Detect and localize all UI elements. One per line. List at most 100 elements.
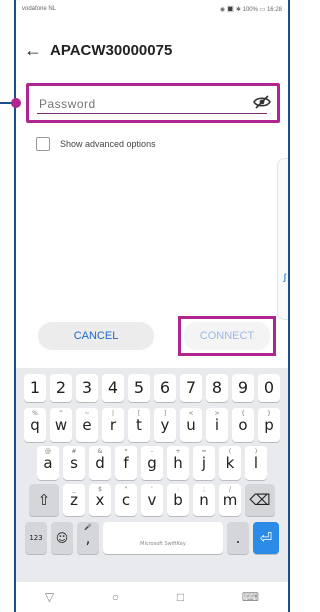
key-2[interactable]: 2 [50,374,72,402]
nav-recents-icon[interactable]: □ [177,590,184,604]
key-d[interactable]: & d [89,446,111,480]
key-i[interactable]: > i [206,408,228,442]
key-secondary-label: ; [202,486,206,493]
cancel-button[interactable]: CANCEL [38,322,154,350]
key-p[interactable]: } p [258,408,280,442]
key-c[interactable]: " c [115,484,137,516]
enter-icon: ⏎ [259,528,273,547]
key-label: o [238,415,248,434]
key-v[interactable]: ' v [141,484,163,516]
key-y[interactable]: ] y [154,408,176,442]
nav-keyboard-icon[interactable]: ⌨ [242,590,259,604]
emoji-key[interactable]: ☺ [51,522,73,554]
key-label: j [201,453,207,472]
key-s[interactable]: # s [63,446,85,480]
key-m[interactable]: / m [219,484,241,516]
key-1[interactable]: 1 [24,374,46,402]
key-secondary-label: - [150,448,154,455]
shift-icon: ⇧ [37,490,51,509]
key-secondary-label: ) [254,448,258,455]
key-g[interactable]: -g [141,446,163,480]
key-secondary-label: % [32,410,38,417]
key-label: e [82,415,92,434]
key-3[interactable]: 3 [76,374,98,402]
emoji-icon: ☺ [55,531,69,545]
key-label: z [70,490,78,509]
password-input[interactable] [37,93,249,115]
backspace-icon: ⌫ [249,490,271,509]
key-f[interactable]: * f [115,446,137,480]
key-label: r [109,415,117,434]
key-5[interactable]: 5 [128,374,150,402]
key-a[interactable]: @ a [37,446,59,480]
key-r[interactable]: | r [102,408,124,442]
side-panel-glyph: ∫ [283,272,286,282]
status-right: ◉ 🔳 ✱ 100% ▭ 16:28 [219,6,282,13]
keyboard-row-2: @ a # s & d * f - g + h = j(k) l [16,446,288,480]
password-highlight [26,83,280,123]
key-u[interactable]: < u [180,408,202,442]
key-4[interactable]: 4 [102,374,124,402]
key-label: l [253,453,259,472]
key-l[interactable]: ) l [245,446,267,480]
key-6[interactable]: 6 [154,374,176,402]
key-b[interactable]: :b [167,484,189,516]
app-bar: ← APACW30000075 [16,32,288,68]
symbols-label: 123 [29,533,43,542]
key-label: i [214,415,220,434]
key-k[interactable]: (k [219,446,241,480]
key-8[interactable]: 8 [206,374,228,402]
key-secondary-label: / [228,486,232,493]
key-x[interactable]: $ x [89,484,111,516]
period-key[interactable]: . [227,522,249,554]
enter-key[interactable]: ⏎ [253,522,279,554]
key-label: q [30,415,40,434]
key-z[interactable]: _ z [63,484,85,516]
nav-home-icon[interactable]: ○ [112,590,119,604]
shift-key[interactable]: ⇧ [29,484,59,516]
key-secondary-label: @ [45,448,51,455]
key-label: 9 [237,378,249,397]
key-q[interactable]: % q [24,408,46,442]
key-secondary-label: < [188,410,194,417]
navigation-bar: ▽ ○ □ ⌨ [16,582,288,612]
keyboard-row-1: % q ^ w ~ e | r[t] y < u > i{o} p [16,408,288,442]
key-label: p [264,415,274,434]
back-arrow-icon[interactable]: ← [16,40,50,61]
key-label: 5 [133,378,145,397]
advanced-options-checkbox[interactable] [36,137,50,151]
key-secondary-label: > [214,410,220,417]
key-j[interactable]: = j [193,446,215,480]
carrier-text: vodafone NL [22,6,57,12]
space-key[interactable]: Microsoft SwiftKey [103,522,223,554]
advanced-options-row[interactable]: Show advanced options [36,137,156,151]
key-secondary-label: * [124,448,128,455]
connect-button[interactable]: CONNECT [184,322,270,350]
key-n[interactable]: ; n [193,484,215,516]
comma-key[interactable]: 🎤, [77,522,99,554]
key-label: 0 [263,378,275,397]
symbols-key[interactable]: 123 [25,522,47,554]
key-label: k [225,453,235,472]
nav-back-icon[interactable]: ▽ [45,590,54,604]
key-0[interactable]: 0 [258,374,280,402]
key-secondary-label: + [175,448,181,455]
key-secondary-label: " [124,486,128,493]
key-secondary-label: ~ [84,410,90,417]
key-secondary-label: ^ [58,410,64,417]
key-h[interactable]: + h [167,446,189,480]
key-w[interactable]: ^ w [50,408,72,442]
key-label: 4 [107,378,119,397]
key-label: c [121,490,131,509]
key-label: h [173,453,183,472]
key-t[interactable]: [t [128,408,150,442]
status-bar: vodafone NL ◉ 🔳 ✱ 100% ▭ 16:28 [16,0,288,18]
key-secondary-label: } [267,410,271,417]
key-e[interactable]: ~ e [76,408,98,442]
key-7[interactable]: 7 [180,374,202,402]
key-o[interactable]: {o [232,408,254,442]
key-9[interactable]: 9 [232,374,254,402]
hide-password-icon[interactable] [253,94,271,110]
key-label: 6 [159,378,171,397]
backspace-key[interactable]: ⌫ [245,484,275,516]
